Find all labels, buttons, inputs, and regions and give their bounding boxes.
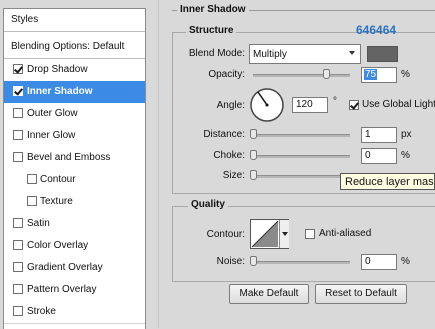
style-checkbox[interactable]: [27, 174, 37, 184]
distance-label: Distance:: [203, 129, 245, 140]
contour-dropdown-arrow[interactable]: [279, 220, 289, 248]
style-checkbox[interactable]: [13, 86, 23, 96]
style-checkbox[interactable]: [27, 196, 37, 206]
angle-value: 120: [296, 99, 313, 110]
style-checkbox[interactable]: [13, 284, 23, 294]
noise-value: 0: [365, 256, 371, 267]
opacity-input[interactable]: 75: [361, 67, 397, 83]
distance-unit: px: [401, 129, 412, 140]
blending-options-label: Blending Options: Default: [11, 41, 125, 52]
styles-panel: Styles Blending Options: Default Drop Sh…: [3, 8, 146, 329]
shadow-color-swatch[interactable]: [367, 46, 398, 62]
angle-dial[interactable]: [249, 87, 285, 123]
blend-mode-select[interactable]: Multiply: [249, 44, 361, 64]
opacity-slider-thumb[interactable]: [322, 69, 330, 79]
styles-header-label: Styles: [11, 14, 39, 25]
style-item-label: Pattern Overlay: [27, 284, 97, 295]
noise-unit: %: [401, 256, 410, 267]
contour-label: Contour:: [206, 229, 245, 240]
size-label: Size:: [222, 170, 245, 181]
panel-divider: [158, 0, 159, 328]
style-item[interactable]: Contour: [4, 169, 145, 192]
style-checkbox[interactable]: [13, 306, 23, 316]
blend-mode-value: Multiply: [253, 49, 287, 60]
style-item[interactable]: Texture: [4, 191, 145, 214]
size-slider-thumb[interactable]: [250, 170, 257, 180]
tooltip: Reduce layer mas: [340, 173, 435, 190]
quality-title: Quality: [188, 199, 228, 210]
distance-value: 1: [365, 129, 371, 140]
noise-slider-track[interactable]: [253, 261, 350, 264]
anti-aliased-checkbox[interactable]: [305, 229, 315, 239]
size-slider-track[interactable]: [253, 175, 350, 178]
style-item-label: Inner Glow: [27, 130, 76, 141]
style-item-label: Stroke: [27, 306, 56, 317]
anti-aliased-label: Anti-aliased: [319, 228, 372, 239]
choke-unit: %: [401, 150, 410, 161]
structure-title: Structure: [186, 25, 237, 36]
noise-label: Noise:: [216, 256, 245, 267]
style-item[interactable]: Inner Shadow: [4, 81, 145, 104]
style-item[interactable]: Bevel and Emboss: [4, 147, 145, 170]
style-item[interactable]: Drop Shadow: [4, 59, 145, 82]
opacity-value: 75: [364, 69, 378, 80]
chevron-down-icon: [349, 51, 355, 55]
style-checkbox[interactable]: [13, 130, 23, 140]
noise-input[interactable]: 0: [361, 254, 397, 270]
choke-input[interactable]: 0: [361, 148, 397, 164]
color-annotation: 646464: [356, 23, 397, 37]
styles-header[interactable]: Styles: [4, 9, 145, 32]
contour-picker[interactable]: [250, 219, 289, 249]
angle-degree: °: [333, 96, 337, 107]
choke-slider-track[interactable]: [253, 155, 350, 158]
chevron-down-icon: [282, 232, 288, 236]
blend-mode-label: Blend Mode:: [188, 48, 245, 59]
contour-preview-icon: [251, 220, 279, 248]
blending-options-item[interactable]: Blending Options: Default: [4, 36, 145, 59]
noise-slider-thumb[interactable]: [250, 256, 257, 266]
style-item-label: Drop Shadow: [27, 64, 88, 75]
angle-label: Angle:: [216, 100, 245, 111]
style-item-label: Texture: [40, 196, 73, 207]
style-item[interactable]: Stroke: [4, 301, 145, 324]
distance-slider-track[interactable]: [253, 134, 350, 137]
style-item-label: Inner Shadow: [27, 86, 93, 97]
style-item[interactable]: Satin: [4, 213, 145, 236]
style-checkbox[interactable]: [13, 218, 23, 228]
opacity-label: Opacity:: [208, 69, 245, 80]
style-item[interactable]: Color Overlay: [4, 235, 145, 258]
use-global-light-label: Use Global Light: [362, 99, 435, 110]
style-item-label: Gradient Overlay: [27, 262, 103, 273]
choke-slider-thumb[interactable]: [250, 150, 257, 160]
style-checkbox[interactable]: [13, 64, 23, 74]
style-item-label: Outer Glow: [27, 108, 78, 119]
style-item[interactable]: Outer Glow: [4, 103, 145, 126]
style-item-label: Color Overlay: [27, 240, 89, 251]
choke-label: Choke:: [213, 150, 245, 161]
opacity-slider-track[interactable]: [253, 74, 350, 77]
quality-group: [172, 206, 435, 282]
style-item-label: Bevel and Emboss: [27, 152, 111, 163]
style-item[interactable]: Inner Glow: [4, 125, 145, 148]
style-checkbox[interactable]: [13, 152, 23, 162]
style-item-label: Contour: [40, 174, 76, 185]
inner-shadow-title: Inner Shadow: [177, 4, 249, 15]
opacity-unit: %: [401, 69, 410, 80]
style-item-label: Satin: [27, 218, 50, 229]
reset-to-default-button[interactable]: Reset to Default: [315, 284, 407, 304]
style-checkbox[interactable]: [13, 240, 23, 250]
choke-value: 0: [365, 150, 371, 161]
style-item[interactable]: Pattern Overlay: [4, 279, 145, 302]
distance-slider-thumb[interactable]: [250, 129, 257, 139]
make-default-button[interactable]: Make Default: [229, 284, 309, 304]
style-item[interactable]: Gradient Overlay: [4, 257, 145, 280]
style-checkbox[interactable]: [13, 108, 23, 118]
angle-input[interactable]: 120: [292, 97, 328, 113]
distance-input[interactable]: 1: [361, 127, 397, 143]
use-global-light-checkbox[interactable]: [349, 100, 359, 110]
style-checkbox[interactable]: [13, 262, 23, 272]
